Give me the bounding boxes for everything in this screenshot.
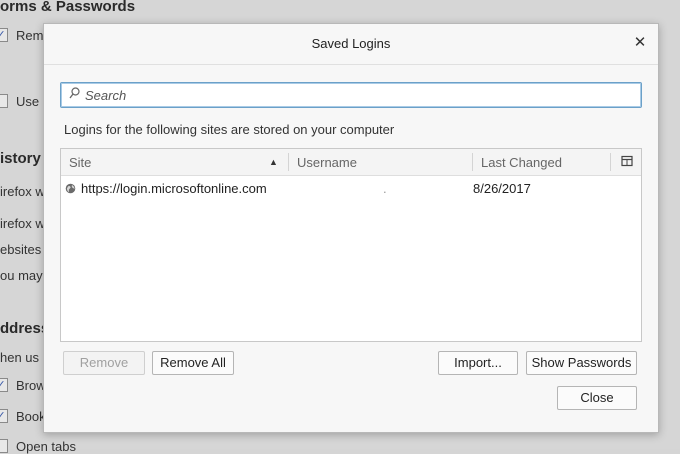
column-picker-icon[interactable] [621,155,633,167]
close-icon[interactable]: ✕ [630,33,650,53]
dialog-titlebar: Saved Logins ✕ [44,24,658,65]
bookmarks-label: Book [16,409,46,424]
column-header-username[interactable]: Username [297,155,357,170]
address-bar-heading: ddress [0,320,50,337]
username-cell: . [383,181,387,196]
bookmarks-checkbox[interactable]: ✓ [0,409,8,423]
remember-checkbox[interactable]: ✓ [0,28,8,42]
remember-label: Rem [16,28,44,43]
table-header: Site ▲ Username Last Changed [61,149,641,176]
history-text-2: irefox w [0,216,45,231]
close-button[interactable]: Close [557,386,637,410]
last-changed-cell: 8/26/2017 [473,181,531,196]
column-header-site[interactable]: Site [69,155,91,170]
table-row[interactable]: https://login.microsoftonline.com . 8/26… [61,177,641,199]
logins-table: Site ▲ Username Last Changed https://log… [60,148,642,342]
sort-ascending-icon: ▲ [269,157,278,167]
import-button[interactable]: Import... [438,351,518,375]
history-text-4: ou may [0,268,43,283]
column-separator[interactable] [610,153,611,171]
address-text: hen us [0,350,40,365]
column-header-last-changed[interactable]: Last Changed [481,155,562,170]
open-tabs-checkbox[interactable] [0,439,8,453]
browsing-label: Brow [16,378,46,393]
show-passwords-button[interactable]: Show Passwords [526,351,637,375]
search-field[interactable] [60,82,642,108]
open-tabs-label: Open tabs [16,439,76,454]
info-text: Logins for the following sites are store… [64,122,395,137]
column-separator[interactable] [288,153,289,171]
history-heading: istory [0,150,41,167]
use-label: Use [16,94,40,109]
search-input[interactable] [83,85,627,105]
site-cell: https://login.microsoftonline.com [81,181,267,196]
search-icon [69,87,80,102]
history-text-1: irefox w [0,184,45,199]
dialog-title: Saved Logins [311,36,391,51]
remove-all-button[interactable]: Remove All [152,351,234,375]
use-checkbox[interactable] [0,94,8,108]
browsing-checkbox[interactable]: ✓ [0,378,8,392]
globe-icon [65,182,76,194]
forms-passwords-heading: orms & Passwords [0,0,136,15]
history-text-3: ebsites [0,242,42,257]
saved-logins-dialog: Saved Logins ✕ Logins for the following … [43,23,659,433]
remove-button[interactable]: Remove [63,351,145,375]
column-separator[interactable] [472,153,473,171]
